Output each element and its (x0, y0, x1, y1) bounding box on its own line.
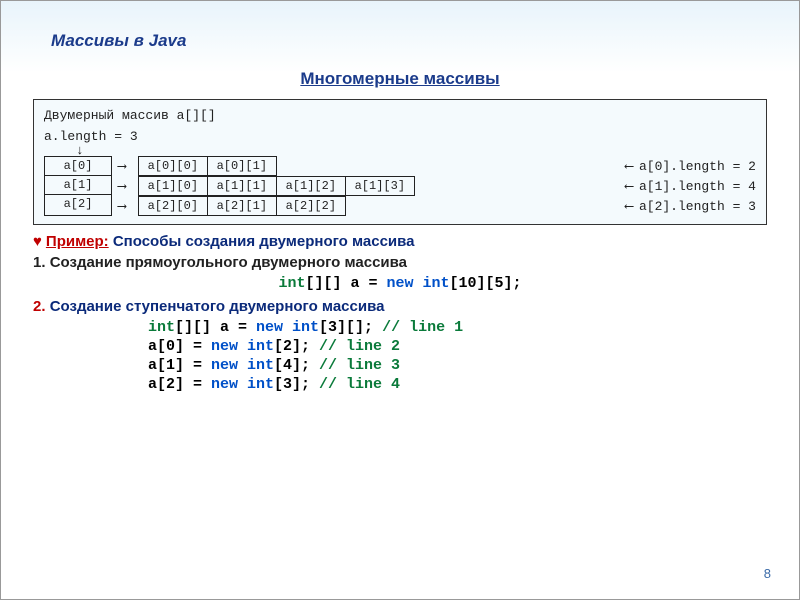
code-line: int[][] a = new int[3][]; // line 1 (148, 319, 767, 336)
step2-text: Создание ступенчатого двумерного массива (50, 298, 385, 315)
heart-icon: ♥ (33, 233, 42, 250)
row-length: a[2].length = 3 (639, 199, 756, 214)
diagram-row: ⟶ a[1][0] a[1][1] a[1][2] a[1][3] ⟵ a[1].… (112, 176, 756, 196)
code-new: new int (256, 319, 319, 336)
step-1: 1. Создание прямоугольного двумерного ма… (33, 254, 767, 271)
slide-header: Массивы в Java (51, 31, 767, 51)
arrow-right-icon: ⟶ (118, 199, 126, 214)
code-new: new int (211, 338, 274, 355)
code-mid: [4]; (274, 357, 319, 374)
code-block-1: int[][] a = new int[10][5]; (33, 275, 767, 292)
code-new: new int (211, 357, 274, 374)
code-type: int (278, 275, 305, 292)
code-rest: a[2] = (148, 376, 211, 393)
code-line: a[2] = new int[3]; // line 4 (148, 376, 767, 393)
code-comment: // line 1 (382, 319, 463, 336)
code-mid: [3]; (274, 376, 319, 393)
slide-subtitle: Многомерные массивы (33, 69, 767, 89)
arrow-left-icon: ⟵ (625, 159, 633, 174)
arrow-right-icon: ⟶ (118, 179, 126, 194)
example-label: Пример: (46, 233, 109, 250)
example-text-val: Способы создания двумерного массива (113, 233, 415, 250)
code-line: a[1] = new int[4]; // line 3 (148, 357, 767, 374)
left-cell: a[0] (45, 157, 111, 175)
array-cell: a[0][1] (208, 156, 277, 176)
code-tail: [10][5]; (450, 275, 522, 292)
step-2: 2. Создание ступенчатого двумерного масс… (33, 298, 767, 315)
array-cell: a[1][1] (208, 176, 277, 196)
array-cell: a[2][2] (277, 196, 346, 216)
step1-num: 1. (33, 254, 46, 271)
diagram-row: ⟶ a[2][0] a[2][1] a[2][2] ⟵ a[2].length =… (112, 196, 756, 216)
page-number: 8 (764, 566, 771, 581)
array-cell: a[0][0] (138, 156, 208, 176)
diagram-length: a.length = 3 (44, 129, 756, 144)
code-new: new int (387, 275, 450, 292)
array-cell: a[1][3] (346, 176, 415, 196)
code-mid: [2]; (274, 338, 319, 355)
code-rest: a[1] = (148, 357, 211, 374)
code-comment: // line 3 (319, 357, 400, 374)
left-cell: a[1] (45, 175, 111, 194)
code-comment: // line 2 (319, 338, 400, 355)
diagram-title: Двумерный массив a[][] (44, 108, 756, 123)
arrow-right-icon: ⟶ (118, 159, 126, 174)
code-line: a[0] = new int[2]; // line 2 (148, 338, 767, 355)
left-column: a[0] a[1] a[2] (44, 156, 112, 216)
step2-num: 2. (33, 298, 46, 315)
down-arrow-icon: ↓ (76, 146, 756, 156)
step1-text: Создание прямоугольного двумерного масси… (50, 254, 407, 271)
left-cell: a[2] (45, 194, 111, 213)
code-rest: [][] a = (175, 319, 256, 336)
array-cell: a[2][0] (138, 196, 208, 216)
slide: Массивы в Java Многомерные массивы Двуме… (0, 0, 800, 600)
example-heading: ♥Пример: Способы создания двумерного мас… (33, 233, 767, 250)
diagram-row: ⟶ a[0][0] a[0][1] ⟵ a[0].length = 2 (112, 156, 756, 176)
array-cell: a[2][1] (208, 196, 277, 216)
array-cell: a[1][2] (277, 176, 346, 196)
code-new: new int (211, 376, 274, 393)
code-mid: [3][]; (319, 319, 382, 336)
array-cell: a[1][0] (138, 176, 208, 196)
row-length: a[1].length = 4 (639, 179, 756, 194)
arrow-left-icon: ⟵ (625, 179, 633, 194)
arrow-left-icon: ⟵ (625, 199, 633, 214)
array-diagram: Двумерный массив a[][] a.length = 3 ↓ a[… (33, 99, 767, 225)
code-comment: // line 4 (319, 376, 400, 393)
code-decl: [][] a = (305, 275, 386, 292)
code-type: int (148, 319, 175, 336)
code-rest: a[0] = (148, 338, 211, 355)
row-length: a[0].length = 2 (639, 159, 756, 174)
